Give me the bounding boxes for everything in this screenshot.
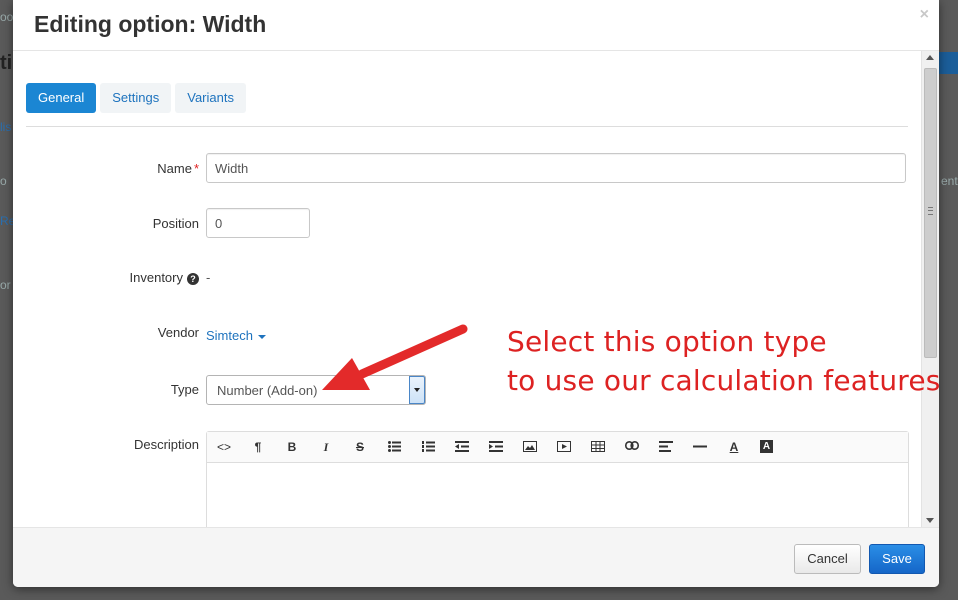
annotation-text: Select this option type to use our calcu… — [507, 322, 941, 400]
annotation-arrow — [322, 324, 468, 390]
annotation-line-1: Select this option type — [507, 325, 827, 358]
annotation-line-2: to use our calculation features — [507, 364, 941, 397]
